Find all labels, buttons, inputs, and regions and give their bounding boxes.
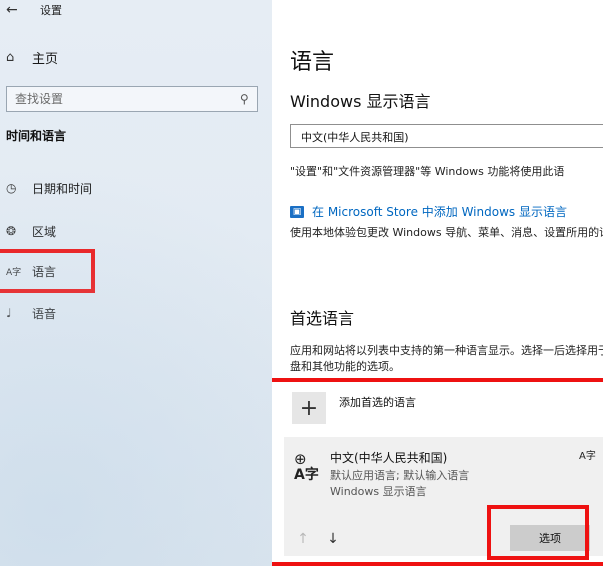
sidebar-item-speech[interactable]: ♩ 语音 xyxy=(6,302,56,324)
store-icon: ▣ xyxy=(290,205,304,218)
sidebar-item-date-time[interactable]: ◷ 日期和时间 xyxy=(6,177,92,199)
sidebar-item-home[interactable]: ⌂ 主页 xyxy=(6,47,58,67)
search-icon[interactable]: ⚲ xyxy=(240,92,249,106)
home-label: 主页 xyxy=(32,51,59,67)
sidebar-item-region[interactable]: ❂ 区域 xyxy=(6,220,56,242)
app-title: 设置 xyxy=(40,4,62,17)
sidebar-item-label: 语音 xyxy=(32,306,57,321)
sidebar: ← 设置 ⌂ 主页 ⚲ 时间和语言 ◷ 日期和时间 ❂ 区域 A字 语言 ♩ 语… xyxy=(0,0,272,566)
sidebar-item-label: 日期和时间 xyxy=(32,181,93,196)
store-description: 使用本地体验包更改 Windows 导航、菜单、消息、设置所用的语言。 xyxy=(290,226,603,239)
home-icon: ⌂ xyxy=(6,49,15,65)
search-input[interactable] xyxy=(15,92,241,106)
search-box[interactable]: ⚲ xyxy=(6,86,258,112)
region-globe-icon: ❂ xyxy=(6,224,17,238)
calendar-clock-icon: ◷ xyxy=(6,181,17,195)
preferred-languages-heading: 首选语言 xyxy=(290,309,355,328)
store-link-label[interactable]: 在 Microsoft Store 中添加 Windows 显示语言 xyxy=(312,203,567,220)
title-bar: ← 设置 xyxy=(6,0,62,20)
windows-display-language-heading: Windows 显示语言 xyxy=(290,92,431,111)
main-content: 语言 Windows 显示语言 中文(中华人民共和国) "设置"和"文件资源管理… xyxy=(272,0,603,566)
back-arrow-icon[interactable]: ← xyxy=(6,2,26,18)
section-heading: 时间和语言 xyxy=(6,129,67,143)
highlight-box-language xyxy=(0,249,95,293)
highlight-box-options xyxy=(487,505,589,560)
display-language-dropdown[interactable]: 中文(中华人民共和国) xyxy=(290,124,603,148)
preferred-languages-description: 应用和网站将以列表中支持的第一种语言显示。选择一后选择用于配置键盘和其他功能的选… xyxy=(290,344,603,373)
store-link[interactable]: ▣ 在 Microsoft Store 中添加 Windows 显示语言 xyxy=(290,203,567,220)
sidebar-item-label: 区域 xyxy=(32,224,57,239)
microphone-icon: ♩ xyxy=(6,306,12,320)
display-language-description: "设置"和"文件资源管理器"等 Windows 功能将使用此语 xyxy=(290,165,565,178)
page-title: 语言 xyxy=(290,50,335,75)
